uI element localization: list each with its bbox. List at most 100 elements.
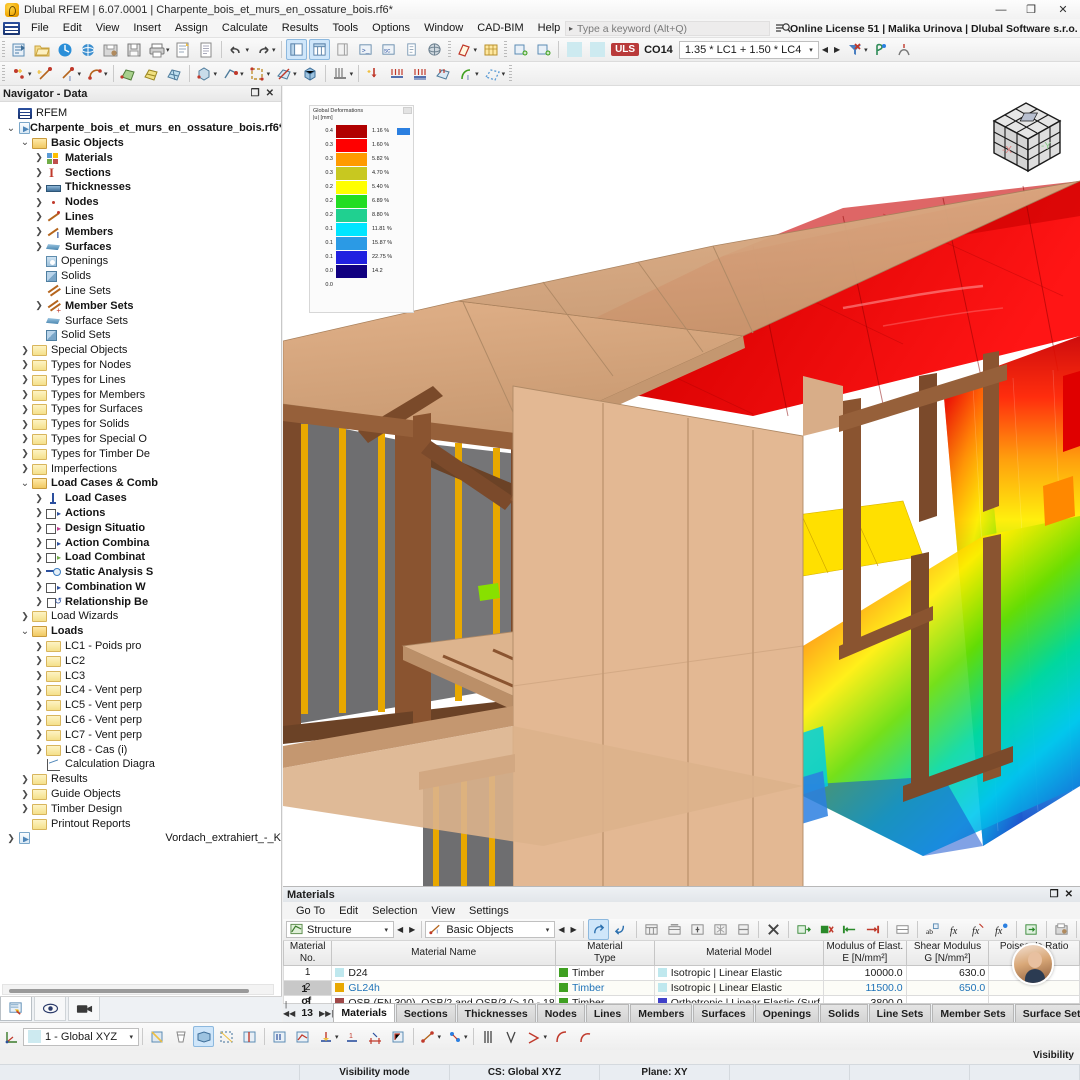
table-cell[interactable]: 630.0 [906, 965, 989, 980]
tree-item-load-wizards[interactable]: ❯Load Wizards [0, 609, 281, 624]
tree-item-timber-design[interactable]: ❯Timber Design [0, 801, 281, 816]
chevron-right-icon[interactable]: ❯ [32, 596, 46, 607]
show-local-axes-icon[interactable] [388, 1026, 409, 1047]
close-button[interactable]: ✕ [1046, 0, 1080, 19]
chevron-right-icon[interactable]: ❯ [18, 345, 32, 356]
table-cell[interactable]: 1 [284, 965, 332, 980]
table-tab-member-sets[interactable]: Member Sets [932, 1004, 1013, 1022]
tree-item-charpente-bois-et-murs-en-ossature-bois-rf6[interactable]: ⌄Charpente_bois_et_murs_en_ossature_bois… [0, 121, 281, 136]
tree-item-lc3[interactable]: ❯LC3 [0, 668, 281, 683]
structure-prev-button[interactable]: ◀ [394, 925, 406, 934]
tree-item-types-for-solids[interactable]: ❯Types for Solids [0, 417, 281, 432]
tree-item-lc2[interactable]: ❯LC2 [0, 653, 281, 668]
fit-columns-icon[interactable] [687, 919, 708, 940]
arc-snap2-icon[interactable] [573, 1026, 594, 1047]
table-row[interactable]: 2GL24hTimberIsotropic | Linear Elastic11… [284, 980, 1080, 995]
chevron-down-icon[interactable]: ⌄ [18, 478, 32, 489]
prev-combination-button[interactable]: ◀ [819, 45, 831, 54]
chevron-right-icon[interactable]: ❯ [18, 803, 32, 814]
toolbar-grip[interactable] [2, 65, 5, 82]
menu-insert[interactable]: Insert [126, 20, 168, 36]
tree-item-materials[interactable]: ❯Materials [0, 150, 281, 165]
table-cell[interactable]: D24 [332, 965, 556, 980]
menu-assign[interactable]: Assign [168, 20, 215, 36]
save-icon[interactable] [123, 39, 144, 60]
new-volume-icon[interactable] [300, 63, 321, 84]
script-icon[interactable]: SC [378, 39, 399, 60]
minimize-button[interactable]: — [986, 0, 1016, 19]
tables-toggle-icon[interactable] [309, 39, 330, 60]
object-prev-button[interactable]: ◀ [555, 925, 567, 934]
console-icon[interactable]: >_ [355, 39, 376, 60]
table-cell[interactable]: Isotropic | Linear Elastic [654, 965, 823, 980]
new-model-icon[interactable] [8, 39, 29, 60]
new-support-icon[interactable] [220, 63, 241, 84]
new-arc-tool-icon[interactable] [84, 63, 105, 84]
open-folder-icon[interactable] [31, 39, 52, 60]
tree-item-nodes[interactable]: ❯Nodes [0, 195, 281, 210]
menu-file[interactable]: File [24, 20, 56, 36]
table-tab-lines[interactable]: Lines [586, 1004, 629, 1022]
globe-icon[interactable] [424, 39, 445, 60]
print-preview-icon[interactable] [173, 39, 194, 60]
filter-results-icon[interactable] [844, 39, 865, 60]
menu-calculate[interactable]: Calculate [215, 20, 275, 36]
tree-item-types-for-lines[interactable]: ❯Types for Lines [0, 372, 281, 387]
tree-item-load-cases-comb[interactable]: ⌄Load Cases & Comb [0, 476, 281, 491]
show-loads-icon[interactable] [269, 1026, 290, 1047]
toolbar-grip[interactable] [509, 65, 512, 82]
tree-item-special-objects[interactable]: ❯Special Objects [0, 343, 281, 358]
tree-item-actions[interactable]: ❯Actions [0, 506, 281, 521]
chevron-right-icon[interactable]: ❯ [32, 493, 46, 504]
menu-cad-bim[interactable]: CAD-BIM [470, 20, 530, 36]
table-cell[interactable]: 11500.0 [824, 980, 907, 995]
docs-icon[interactable] [401, 39, 422, 60]
new-member-tool-icon[interactable]: I [58, 63, 79, 84]
formula-info-icon[interactable]: fx [991, 919, 1012, 940]
close-icon[interactable]: ✕ [266, 88, 274, 99]
new-line-icon[interactable] [533, 39, 554, 60]
table-cell[interactable]: Timber [556, 980, 655, 995]
tree-item-design-situatio[interactable]: ❯Design Situatio [0, 520, 281, 535]
move-row-up-icon[interactable] [839, 919, 860, 940]
tree-item-calculation-diagra[interactable]: Calculation Diagra [0, 757, 281, 772]
tree-item-basic-objects[interactable]: ⌄Basic Objects [0, 136, 281, 151]
tree-item-action-combina[interactable]: ❯Action Combina [0, 535, 281, 550]
nodal-load-icon[interactable] [363, 63, 384, 84]
chevron-right-icon[interactable]: ❯ [18, 419, 32, 430]
tree-item-vordach-extrahiert-k[interactable]: ❯Vordach_extrahiert_-_K [0, 831, 281, 846]
report-icon[interactable] [196, 39, 217, 60]
freeze-pane-icon[interactable] [710, 919, 731, 940]
tree-item-lc1-poids-pro[interactable]: ❯LC1 - Poids pro [0, 639, 281, 654]
snap-to-node-icon[interactable] [418, 1026, 439, 1047]
structure-select[interactable]: Structure ▾ [286, 921, 394, 938]
render-transparent-icon[interactable] [216, 1026, 237, 1047]
tree-item-sections[interactable]: ❯Sections [0, 165, 281, 180]
show-supports-icon[interactable] [315, 1026, 336, 1047]
chevron-down-icon[interactable]: ⌄ [18, 626, 32, 637]
chevron-right-icon[interactable]: ❯ [32, 197, 46, 208]
navigator-toggle-icon[interactable] [286, 39, 307, 60]
load-tool-icon[interactable] [330, 63, 351, 84]
table-cell[interactable]: Isotropic | Linear Elastic [654, 980, 823, 995]
column-header[interactable]: Shear ModulusG [N/mm²] [906, 941, 989, 965]
chevron-right-icon[interactable]: ❯ [32, 300, 46, 311]
avatar[interactable] [1012, 943, 1054, 985]
new-solid-tool-icon[interactable] [194, 63, 215, 84]
tree-item-imperfections[interactable]: ❯Imperfections [0, 461, 281, 476]
table-columns-icon[interactable] [664, 919, 685, 940]
tree-item-lc4-vent-perp[interactable]: ❯LC4 - Vent perp [0, 683, 281, 698]
work-plane-icon[interactable] [454, 39, 475, 60]
column-header[interactable]: MaterialType [556, 941, 655, 965]
tree-item-types-for-members[interactable]: ❯Types for Members [0, 387, 281, 402]
menu-window[interactable]: Window [417, 20, 470, 36]
tree-item-printout-reports[interactable]: Printout Reports [0, 816, 281, 831]
table-tab-line-sets[interactable]: Line Sets [869, 1004, 932, 1022]
open-cloud-icon[interactable] [77, 39, 98, 60]
chevron-down-icon[interactable]: ⌄ [4, 123, 18, 134]
materials-menu-go-to[interactable]: Go To [289, 905, 332, 917]
new-rib-icon[interactable] [273, 63, 294, 84]
chevron-right-icon[interactable]: ❯ [32, 700, 46, 711]
chevron-right-icon[interactable]: ❯ [32, 641, 46, 652]
materials-menu-edit[interactable]: Edit [332, 905, 365, 917]
